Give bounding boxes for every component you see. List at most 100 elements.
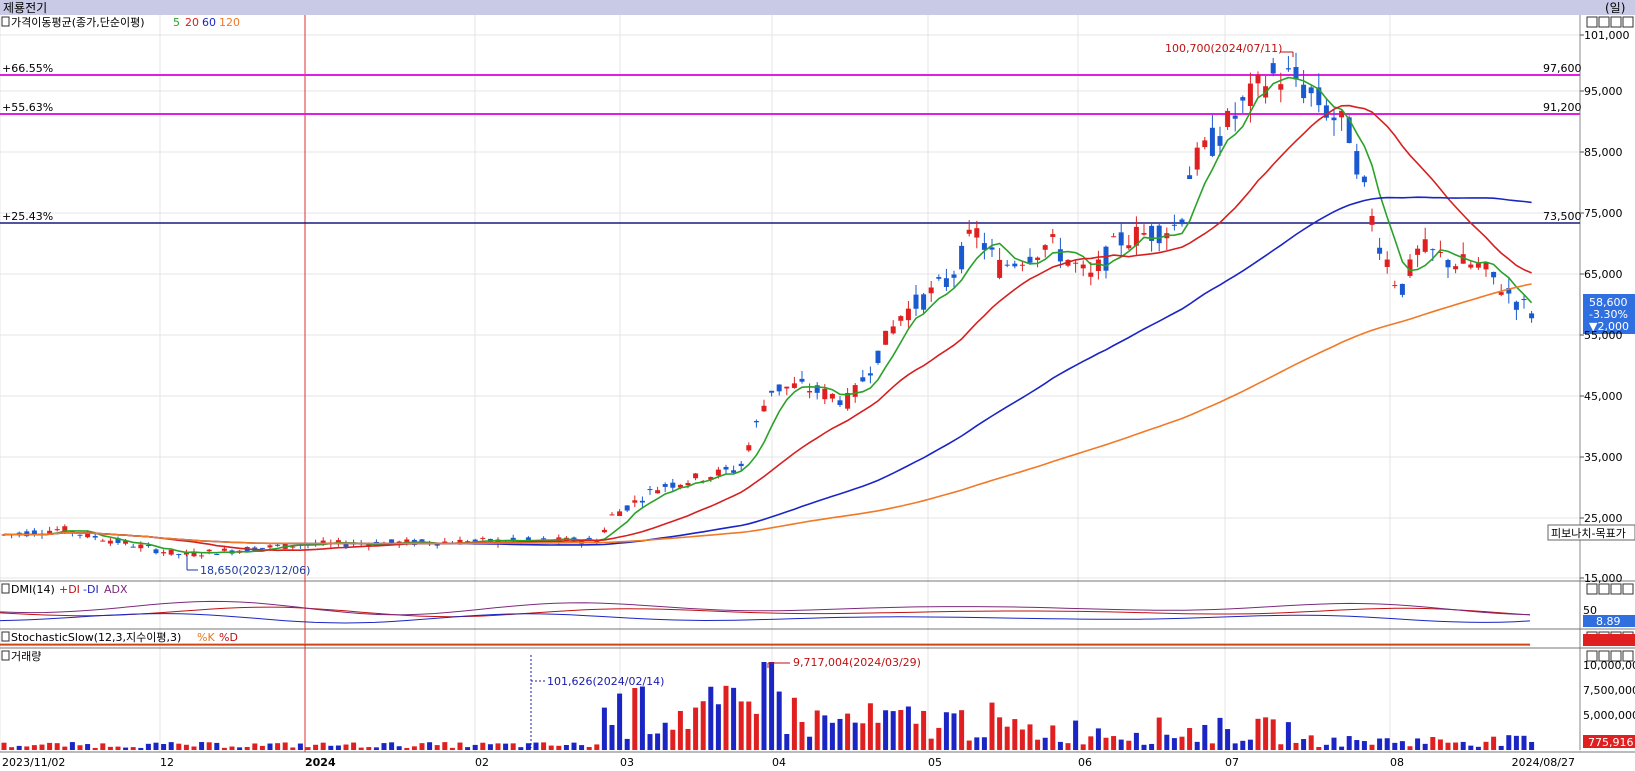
volume-bar [495, 743, 501, 750]
volume-bar [1354, 740, 1360, 750]
candle-body [890, 326, 896, 334]
volume-bar [715, 704, 721, 750]
volume-bar [1407, 746, 1413, 750]
candle-body [100, 540, 106, 542]
price-axis-label: 35,000 [1584, 451, 1623, 464]
volume-bar [373, 747, 379, 750]
volume-bar [1369, 744, 1375, 750]
ctrl-up-button[interactable] [1586, 583, 1598, 595]
volume-bar [328, 745, 334, 750]
date-axis-label: 08 [1390, 756, 1404, 769]
volume-bar [921, 710, 927, 750]
volume-axis-label: 10,000,000 [1583, 659, 1635, 672]
volume-bar [860, 723, 866, 750]
candle-body [1156, 225, 1162, 244]
candle-body [936, 277, 942, 279]
volume-bar [700, 701, 706, 750]
date-axis-label: 02 [475, 756, 489, 769]
volume-bar [358, 747, 364, 750]
volume-bar [1346, 736, 1352, 750]
dmi-adx-label: ADX [104, 583, 128, 596]
candle-body [176, 554, 182, 556]
volume-bar [1088, 736, 1094, 750]
price-axis-label: 85,000 [1584, 146, 1623, 159]
dmi-panel-icon[interactable] [1, 583, 10, 594]
volume-bar [503, 743, 509, 750]
volume-bar [404, 747, 410, 750]
candle-body [1468, 264, 1474, 268]
volume-bar [343, 744, 349, 750]
volume-bar [351, 742, 357, 750]
volume-bar [829, 722, 835, 750]
candle-body [959, 245, 965, 270]
candle-body [601, 529, 607, 533]
panel-icon[interactable] [1, 16, 10, 27]
candle-body [647, 489, 653, 491]
stoch-panel-icon[interactable] [1, 631, 10, 642]
candle-body [1057, 249, 1063, 262]
candle-body [791, 383, 797, 388]
volume-bar [1483, 741, 1489, 750]
candle-body [928, 287, 934, 294]
candle-body [343, 544, 349, 547]
volume-bar [533, 742, 539, 750]
volume-bar [966, 740, 972, 750]
date-axis-label: 12 [160, 756, 174, 769]
volume-bar [1065, 743, 1071, 750]
ctrl-restore-button[interactable] [1610, 583, 1622, 595]
volume-bar [389, 742, 395, 750]
date-axis-label: 2024/08/27 [1512, 756, 1575, 769]
candle-body [1308, 87, 1314, 94]
volume-bar [594, 744, 600, 750]
volume-bar [1460, 741, 1466, 750]
volume-bar [556, 745, 562, 750]
volume-bar [1430, 736, 1436, 750]
candle-body [951, 274, 957, 278]
candle-body [769, 390, 775, 393]
ctrl-down-button[interactable] [1598, 16, 1610, 28]
volume-bar [883, 710, 889, 750]
ctrl-close-button[interactable] [1622, 583, 1634, 595]
ctrl-down-button[interactable] [1598, 583, 1610, 595]
volume-bar [153, 742, 159, 750]
volume-bar [951, 713, 957, 750]
volume-bar [913, 723, 919, 750]
ctrl-up-button[interactable] [1586, 16, 1598, 28]
candle-body [837, 400, 843, 406]
candle-body [966, 229, 972, 234]
volume-bar [305, 747, 311, 750]
candle-body [480, 537, 486, 539]
price-axis-label: 95,000 [1584, 85, 1623, 98]
volume-bar [639, 686, 645, 750]
dmi-plus-di-label: +DI [59, 583, 80, 596]
volume-bar [199, 742, 205, 750]
volume-bar [974, 737, 980, 750]
candle-body [1225, 110, 1231, 127]
volume-bar [176, 743, 182, 750]
volume-bar [107, 746, 113, 750]
volume-panel-icon[interactable] [1, 650, 10, 661]
volume-bar [1111, 736, 1117, 750]
title-bar [0, 0, 1635, 15]
dmi-title: DMI(14) [11, 583, 55, 596]
candle-body [1088, 272, 1094, 277]
candle-body [867, 373, 873, 376]
volume-bar [297, 743, 303, 750]
ma-60-line [3, 196, 1532, 546]
volume-bar [997, 717, 1003, 750]
candle-body [1445, 260, 1451, 268]
ctrl-restore-button[interactable] [1610, 16, 1622, 28]
volume-bar [1004, 726, 1010, 750]
volume-bar [601, 707, 607, 750]
candle-body [1118, 232, 1124, 246]
volume-bar [1194, 741, 1200, 750]
candle-body [1217, 136, 1223, 146]
candle-body [989, 247, 995, 250]
volume-bar [761, 662, 767, 750]
volume-bar [1050, 725, 1056, 750]
ctrl-close-button[interactable] [1622, 16, 1634, 28]
volume-bar [335, 745, 341, 750]
candle-body [525, 537, 531, 541]
candle-body [1399, 283, 1405, 295]
volume-bar [647, 734, 653, 750]
